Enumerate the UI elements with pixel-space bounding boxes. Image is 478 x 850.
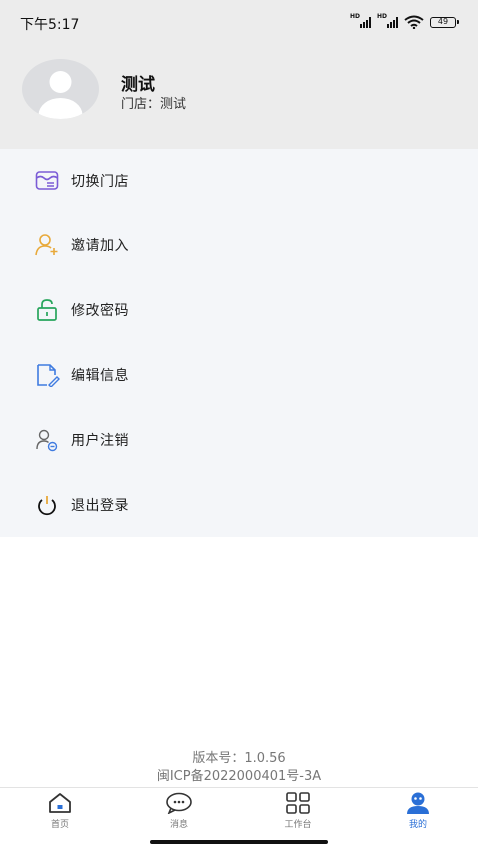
battery-icon: 49 [430, 16, 459, 28]
tab-messages[interactable]: 消息 [139, 792, 219, 834]
tab-label: 工作台 [284, 820, 312, 830]
menu-label: 用户注销 [71, 433, 129, 449]
switch-store-icon [35, 171, 59, 190]
menu-item-change-password[interactable]: 修改密码 [0, 285, 478, 335]
user-cancel-icon [36, 429, 58, 452]
menu-item-deactivate-user[interactable]: 用户注销 [0, 415, 478, 465]
menu-label: 切换门店 [71, 174, 129, 190]
add-user-icon [35, 234, 58, 256]
status-icons: HD HD 49 [350, 13, 459, 29]
tab-workbench[interactable]: 工作台 [258, 792, 338, 834]
settings-menu: 切换门店 邀请加入 修改密码 编辑信息 用户注销 退出登录 [0, 149, 478, 537]
power-icon [38, 496, 56, 516]
menu-label: 退出登录 [71, 498, 129, 514]
home-icon [49, 793, 71, 813]
tab-label: 消息 [169, 820, 188, 830]
mine-icon [407, 792, 429, 814]
store-value: 测试 [160, 97, 187, 112]
tab-mine[interactable]: 我的 [378, 792, 458, 834]
grid-icon [286, 792, 310, 814]
menu-item-logout[interactable]: 退出登录 [0, 480, 478, 530]
menu-label: 编辑信息 [71, 368, 129, 384]
tab-home[interactable]: 首页 [20, 792, 100, 834]
menu-item-switch-store[interactable]: 切换门店 [0, 156, 478, 206]
avatar[interactable] [22, 59, 99, 119]
version-text: 版本号：1.0.56 [192, 751, 286, 766]
status-time: 下午5:17 [20, 17, 80, 33]
menu-label: 修改密码 [71, 303, 129, 319]
message-icon [166, 792, 192, 814]
unlock-icon [37, 299, 57, 321]
network-type-label: HD [350, 13, 361, 20]
signal-icon: HD [377, 13, 398, 28]
tab-label: 首页 [50, 820, 69, 830]
store-label: 门店： [121, 97, 161, 112]
default-avatar-icon [38, 71, 83, 119]
home-indicator[interactable] [150, 840, 328, 844]
signal-icon: HD [350, 13, 371, 28]
icp-text[interactable]: 闽ICP备2022000401号-3A [0, 765, 478, 784]
profile-header[interactable]: 测试 门店： 测试 [0, 46, 478, 149]
menu-item-edit-info[interactable]: 编辑信息 [0, 350, 478, 400]
wifi-icon [404, 15, 424, 29]
menu-item-invite[interactable]: 邀请加入 [0, 220, 478, 270]
profile-store: 门店： 测试 [121, 93, 186, 112]
tab-label: 我的 [408, 820, 427, 830]
network-type-label: HD [377, 13, 388, 20]
status-bar: 下午5:17 HD HD 49 [0, 0, 478, 46]
profile-name: 测试 [121, 75, 155, 95]
menu-label: 邀请加入 [71, 238, 129, 254]
edit-document-icon [37, 364, 60, 387]
